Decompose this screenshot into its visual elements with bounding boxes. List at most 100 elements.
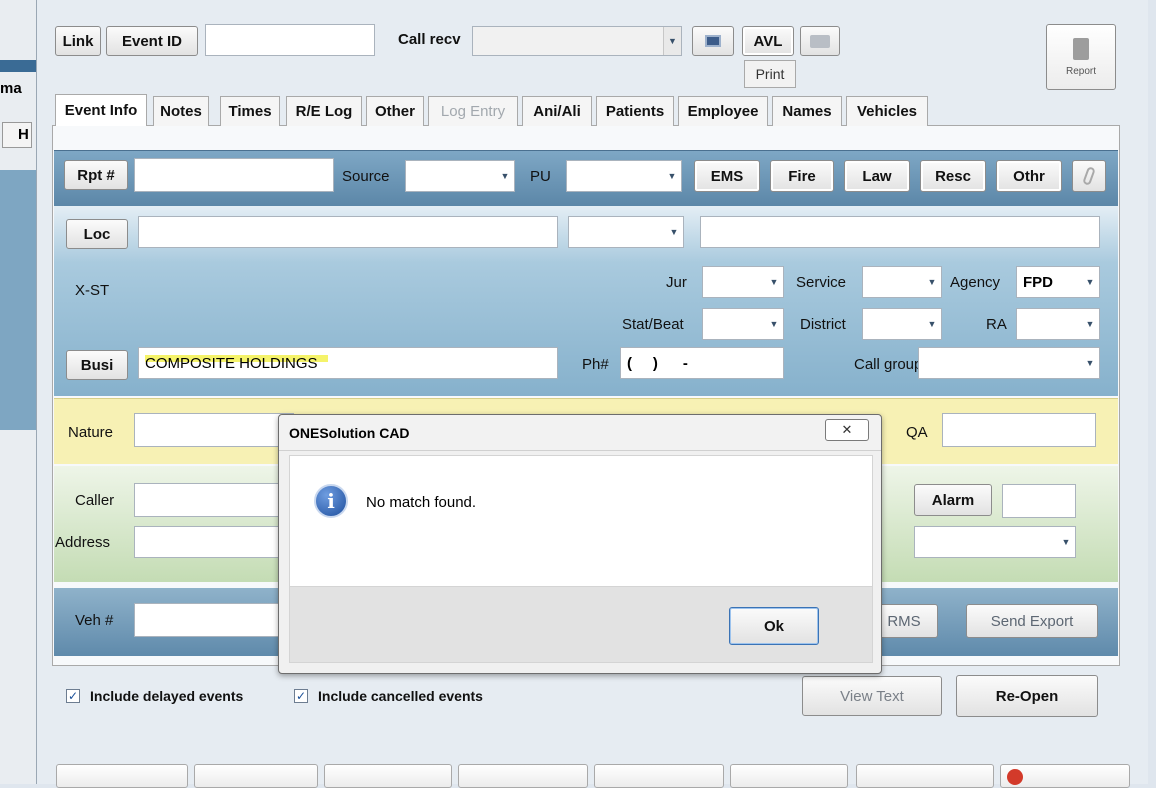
- dialog-close-button[interactable]: ✕: [825, 419, 869, 441]
- service-label: Service: [796, 274, 847, 291]
- bottom-button-7[interactable]: [856, 764, 994, 788]
- veh-input[interactable]: [134, 603, 294, 637]
- include-delayed-checkbox[interactable]: ✓: [66, 689, 80, 703]
- caller-input[interactable]: [134, 483, 294, 517]
- chevron-down-icon: ▼: [769, 277, 779, 287]
- pu-label: PU: [530, 168, 551, 185]
- nature-label: Nature: [68, 424, 114, 441]
- rpt-input[interactable]: [134, 158, 334, 192]
- bottom-button-3[interactable]: [324, 764, 452, 788]
- caller-label: Caller: [75, 492, 115, 509]
- chevron-down-icon: ▼: [1085, 358, 1095, 368]
- tab-notes[interactable]: Notes: [153, 96, 209, 126]
- caller-type-select[interactable]: ▼: [914, 526, 1076, 558]
- left-strip-band: [0, 60, 36, 72]
- chevron-down-icon: ▼: [1085, 277, 1095, 287]
- chevron-down-icon: ▼: [669, 227, 679, 237]
- address-input[interactable]: [134, 526, 294, 558]
- tab-other[interactable]: Other: [366, 96, 424, 126]
- info-icon: i: [314, 484, 348, 518]
- pu-select[interactable]: ▼: [566, 160, 682, 192]
- othr-button[interactable]: Othr: [996, 160, 1062, 192]
- paperclip-icon: [1082, 166, 1096, 186]
- include-cancelled-label: Include cancelled events: [318, 688, 483, 704]
- alarm-input[interactable]: [1002, 484, 1076, 518]
- message-dialog: ONESolution CAD ✕ i No match found. Ok: [278, 414, 882, 674]
- loc-input[interactable]: [138, 216, 558, 248]
- dialog-message: No match found.: [366, 494, 477, 511]
- rms-label: RMS: [887, 612, 921, 630]
- resc-button[interactable]: Resc: [920, 160, 986, 192]
- bottom-button-4[interactable]: [458, 764, 588, 788]
- x-st-label: X-ST: [75, 282, 110, 299]
- call-group-select[interactable]: ▼: [918, 347, 1100, 379]
- report-label: Report: [1065, 65, 1096, 77]
- view-text-button[interactable]: View Text: [802, 676, 942, 716]
- fire-button[interactable]: Fire: [770, 160, 834, 192]
- agency-label: Agency: [950, 274, 1001, 291]
- map-icon: [705, 35, 721, 47]
- jur-label: Jur: [666, 274, 687, 291]
- printer-icon: [810, 34, 830, 48]
- left-strip-panel: [0, 170, 36, 430]
- report-button[interactable]: Report: [1046, 24, 1116, 90]
- alarm-button[interactable]: Alarm: [914, 484, 992, 516]
- call-group-label: Call group: [854, 356, 923, 373]
- jur-select[interactable]: ▼: [702, 266, 784, 298]
- loc-extra-input[interactable]: [700, 216, 1100, 248]
- loc-button[interactable]: Loc: [66, 219, 128, 249]
- include-cancelled-checkbox[interactable]: ✓: [294, 689, 308, 703]
- bottom-button-2[interactable]: [194, 764, 318, 788]
- bottom-button-1[interactable]: [56, 764, 188, 788]
- law-button[interactable]: Law: [844, 160, 910, 192]
- include-delayed-label: Include delayed events: [90, 688, 244, 704]
- tab-patients[interactable]: Patients: [596, 96, 674, 126]
- avl-button[interactable]: AVL: [742, 26, 794, 56]
- attach-button[interactable]: [1072, 160, 1106, 192]
- close-icon: ✕: [841, 422, 853, 437]
- chevron-down-icon: ▼: [769, 319, 779, 329]
- ph-label: Ph#: [582, 356, 609, 373]
- tab-ani-ali[interactable]: Ani/Ali: [522, 96, 592, 126]
- chevron-down-icon: ▼: [927, 319, 937, 329]
- map-button[interactable]: [692, 26, 734, 56]
- busi-button[interactable]: Busi: [66, 350, 128, 380]
- dialog-ok-button[interactable]: Ok: [729, 607, 819, 645]
- veh-label: Veh #: [75, 612, 114, 629]
- print-button[interactable]: [800, 26, 840, 56]
- source-select[interactable]: ▼: [405, 160, 515, 192]
- ra-select[interactable]: ▼: [1016, 308, 1100, 340]
- call-recv-select[interactable]: ▼: [472, 26, 682, 56]
- agency-select[interactable]: FPD ▼: [1016, 266, 1100, 298]
- phone-input[interactable]: ( ) -: [620, 347, 784, 379]
- reopen-button[interactable]: Re-Open: [956, 675, 1098, 717]
- tab-employee[interactable]: Employee: [678, 96, 768, 126]
- tab-times[interactable]: Times: [220, 96, 280, 126]
- stat-beat-select[interactable]: ▼: [702, 308, 784, 340]
- bottom-button-5[interactable]: [594, 764, 724, 788]
- tab-re-log[interactable]: R/E Log: [286, 96, 362, 126]
- district-select[interactable]: ▼: [862, 308, 942, 340]
- send-export-button[interactable]: Send Export: [966, 604, 1098, 638]
- ra-label: RA: [986, 316, 1007, 333]
- loc-type-select[interactable]: ▼: [568, 216, 684, 248]
- tab-names[interactable]: Names: [772, 96, 842, 126]
- link-button[interactable]: Link: [55, 26, 101, 56]
- nature-input[interactable]: [134, 413, 294, 447]
- qa-input[interactable]: [942, 413, 1096, 447]
- error-icon: [1007, 769, 1023, 785]
- bottom-button-8[interactable]: [1000, 764, 1130, 788]
- agency-value: FPD: [1023, 274, 1053, 291]
- dialog-title-bar: ONESolution CAD ✕: [279, 415, 881, 451]
- rpt-button[interactable]: Rpt #: [64, 160, 128, 190]
- event-id-input[interactable]: [205, 24, 375, 56]
- ems-button[interactable]: EMS: [694, 160, 760, 192]
- tab-event-info[interactable]: Event Info: [55, 94, 147, 126]
- bottom-button-6[interactable]: [730, 764, 848, 788]
- call-recv-label: Call recv: [398, 31, 461, 48]
- busi-input[interactable]: COMPOSITE HOLDINGS: [138, 347, 558, 379]
- tab-vehicles[interactable]: Vehicles: [846, 96, 928, 126]
- event-id-button[interactable]: Event ID: [106, 26, 198, 56]
- service-select[interactable]: ▼: [862, 266, 942, 298]
- tab-log-entry: Log Entry: [428, 96, 518, 126]
